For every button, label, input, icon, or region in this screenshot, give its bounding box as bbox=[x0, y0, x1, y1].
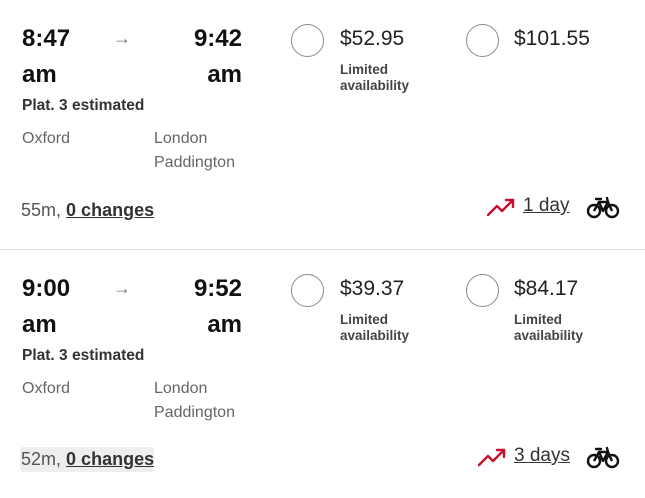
fare-price-standard: $52.95 bbox=[340, 27, 405, 50]
bicycle-icon bbox=[586, 196, 620, 219]
origin-station: Oxford bbox=[22, 380, 71, 397]
price-trend-link[interactable]: 3 days bbox=[514, 445, 570, 467]
platform-info: Plat. 3 estimated bbox=[22, 97, 145, 114]
fare-price-first: $101.55 bbox=[514, 27, 590, 50]
fare-radio-standard[interactable] bbox=[291, 274, 324, 307]
arrow-right-icon: → bbox=[113, 278, 131, 298]
fare-radio-standard[interactable] bbox=[291, 24, 324, 57]
price-trend-link[interactable]: 1 day bbox=[523, 195, 569, 217]
fare-price-first: $84.17 bbox=[514, 277, 579, 300]
journey-card-1[interactable]: 8:47 am → 9:42 am Plat. 3 estimated Oxfo… bbox=[0, 0, 645, 250]
trending-up-icon bbox=[478, 448, 506, 467]
departure-time: 8:47 am bbox=[22, 25, 71, 88]
changes-link[interactable]: 0 changes bbox=[66, 200, 154, 220]
arrival-time: 9:42 am bbox=[193, 25, 242, 88]
availability-note: Limited availability bbox=[340, 312, 410, 343]
arrival-time: 9:52 am bbox=[193, 275, 242, 338]
destination-station: London Paddington bbox=[154, 130, 235, 171]
changes-link[interactable]: 0 changes bbox=[66, 449, 154, 469]
arrow-right-icon: → bbox=[113, 28, 131, 48]
departure-time: 9:00 am bbox=[22, 275, 71, 338]
availability-note: Limited availability bbox=[514, 312, 584, 343]
journey-card-2[interactable]: 9:00 am → 9:52 am Plat. 3 estimated Oxfo… bbox=[0, 250, 645, 498]
fare-price-standard: $39.37 bbox=[340, 277, 405, 300]
fare-radio-first[interactable] bbox=[466, 24, 499, 57]
fare-radio-first[interactable] bbox=[466, 274, 499, 307]
bicycle-icon bbox=[586, 446, 620, 469]
journey-duration: 52m, 0 changes bbox=[20, 447, 155, 472]
origin-station: Oxford bbox=[22, 130, 71, 147]
platform-info: Plat. 3 estimated bbox=[22, 347, 145, 364]
destination-station: London Paddington bbox=[154, 380, 235, 421]
trending-up-icon bbox=[487, 198, 515, 217]
availability-note: Limited availability bbox=[340, 62, 410, 93]
journey-duration: 55m, 0 changes bbox=[21, 200, 155, 220]
